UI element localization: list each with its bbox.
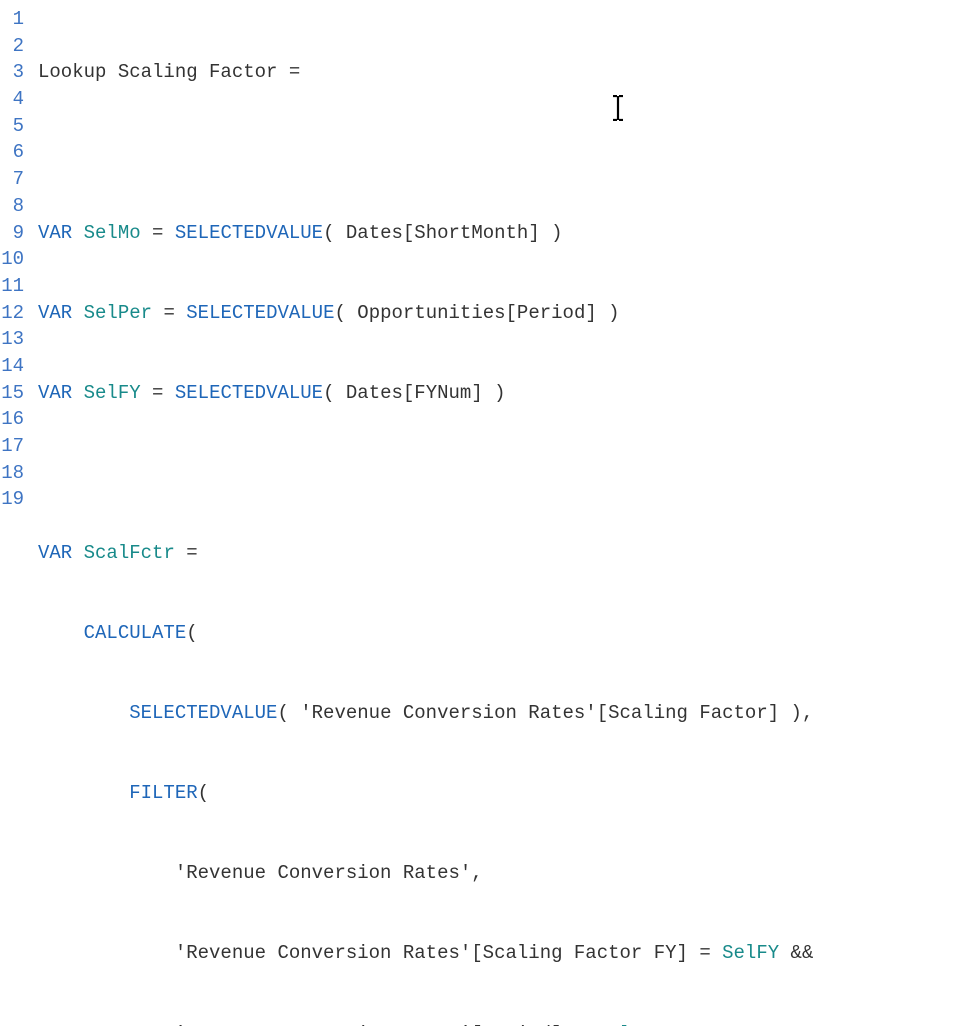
equals-sign: = [277, 61, 300, 83]
line-number: 1 [0, 6, 32, 33]
indent [38, 782, 129, 804]
variable-ref: SelFY [722, 942, 779, 964]
table-ref: 'Revenue Conversion Rates', [175, 862, 483, 884]
equals-sign: = [175, 542, 198, 564]
variable-name: SelPer [84, 302, 152, 324]
line-number: 10 [0, 246, 32, 273]
indent [38, 862, 175, 884]
code-area[interactable]: Lookup Scaling Factor = VAR SelMo = SELE… [32, 0, 813, 513]
dax-function: FILTER [129, 782, 197, 804]
line-number: 15 [0, 380, 32, 407]
function-args: ( Opportunities[Period] ) [335, 302, 620, 324]
column-ref: 'Revenue Conversion Rates'[Scaling Facto… [175, 942, 722, 964]
function-args: ( 'Revenue Conversion Rates'[Scaling Fac… [277, 702, 813, 724]
paren: ( [198, 782, 209, 804]
variable-name: ScalFctr [84, 542, 175, 564]
dax-function: SELECTEDVALUE [186, 302, 334, 324]
line-number: 12 [0, 300, 32, 327]
line-number: 4 [0, 86, 32, 113]
code-line[interactable] [38, 140, 813, 167]
indent [38, 702, 129, 724]
var-keyword: VAR [38, 542, 72, 564]
line-number: 6 [0, 139, 32, 166]
line-number: 9 [0, 220, 32, 247]
variable-name: SelMo [84, 222, 141, 244]
dax-function: CALCULATE [84, 622, 187, 644]
equals-sign: = [152, 302, 186, 324]
line-number: 5 [0, 113, 32, 140]
code-line[interactable]: 'Revenue Conversion Rates'[Period] = Sel… [38, 1021, 813, 1026]
indent [38, 622, 84, 644]
dax-function: SELECTEDVALUE [175, 382, 323, 404]
and-operator: && [665, 1023, 699, 1026]
line-number: 13 [0, 326, 32, 353]
line-number: 11 [0, 273, 32, 300]
dax-editor[interactable]: 1 2 3 4 5 6 7 8 9 10 11 12 13 14 15 16 1… [0, 0, 966, 513]
code-line[interactable] [38, 460, 813, 487]
var-keyword: VAR [38, 382, 72, 404]
line-number: 8 [0, 193, 32, 220]
paren: ( [186, 622, 197, 644]
code-line[interactable]: 'Revenue Conversion Rates'[Scaling Facto… [38, 940, 813, 967]
line-number: 2 [0, 33, 32, 60]
code-line[interactable]: 'Revenue Conversion Rates', [38, 860, 813, 887]
variable-name: SelFY [84, 382, 141, 404]
dax-function: SELECTEDVALUE [129, 702, 277, 724]
code-line[interactable]: VAR SelFY = SELECTEDVALUE( Dates[FYNum] … [38, 380, 813, 407]
line-number: 14 [0, 353, 32, 380]
code-line[interactable]: SELECTEDVALUE( 'Revenue Conversion Rates… [38, 700, 813, 727]
code-line[interactable]: Lookup Scaling Factor = [38, 59, 813, 86]
line-number: 19 [0, 486, 32, 513]
line-number: 18 [0, 460, 32, 487]
indent [38, 942, 175, 964]
measure-name: Lookup Scaling Factor [38, 61, 277, 83]
var-keyword: VAR [38, 302, 72, 324]
code-line[interactable]: FILTER( [38, 780, 813, 807]
code-line[interactable]: VAR SelPer = SELECTEDVALUE( Opportunitie… [38, 300, 813, 327]
dax-function: SELECTEDVALUE [175, 222, 323, 244]
code-line[interactable]: CALCULATE( [38, 620, 813, 647]
code-line[interactable]: VAR SelMo = SELECTEDVALUE( Dates[ShortMo… [38, 220, 813, 247]
line-number: 7 [0, 166, 32, 193]
var-keyword: VAR [38, 222, 72, 244]
code-line[interactable]: VAR ScalFctr = [38, 540, 813, 567]
equals-sign: = [141, 222, 175, 244]
line-number-gutter: 1 2 3 4 5 6 7 8 9 10 11 12 13 14 15 16 1… [0, 0, 32, 513]
indent [38, 1023, 175, 1026]
line-number: 16 [0, 406, 32, 433]
function-args: ( Dates[ShortMonth] ) [323, 222, 562, 244]
function-args: ( Dates[FYNum] ) [323, 382, 505, 404]
and-operator: && [779, 942, 813, 964]
equals-sign: = [141, 382, 175, 404]
variable-ref: SelPer [597, 1023, 665, 1026]
column-ref: 'Revenue Conversion Rates'[Period] = [175, 1023, 597, 1026]
line-number: 3 [0, 59, 32, 86]
line-number: 17 [0, 433, 32, 460]
